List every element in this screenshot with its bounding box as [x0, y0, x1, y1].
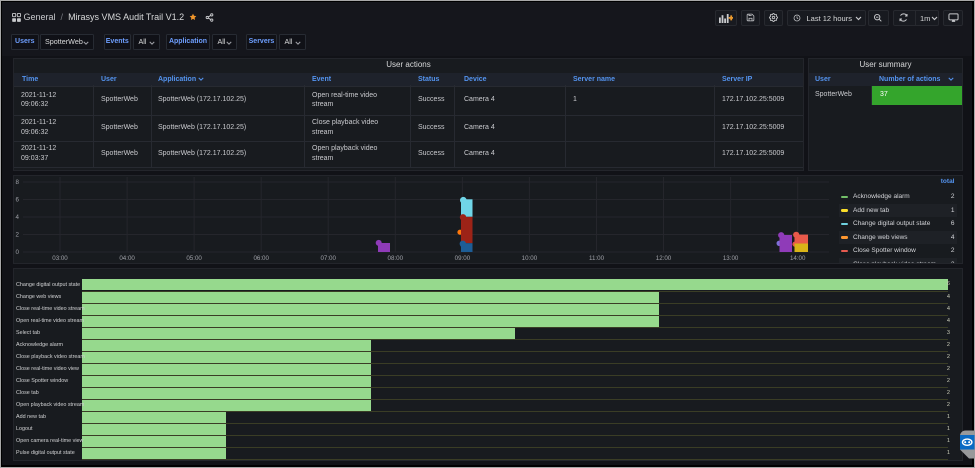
svg-text:12:00: 12:00: [656, 255, 672, 262]
svg-text:4: 4: [16, 214, 20, 221]
svg-text:6: 6: [16, 197, 20, 204]
svg-text:07:00: 07:00: [320, 255, 336, 262]
svg-text:06:00: 06:00: [253, 255, 269, 262]
svg-text:08:00: 08:00: [388, 255, 404, 262]
svg-text:05:00: 05:00: [186, 255, 202, 262]
svg-text:8: 8: [16, 179, 20, 186]
svg-text:2: 2: [16, 232, 20, 239]
svg-text:04:00: 04:00: [119, 255, 135, 262]
svg-text:11:00: 11:00: [589, 255, 605, 262]
svg-text:14:00: 14:00: [790, 255, 806, 262]
svg-text:09:00: 09:00: [455, 255, 471, 262]
svg-text:10:00: 10:00: [522, 255, 538, 262]
svg-text:13:00: 13:00: [723, 255, 739, 262]
svg-text:0: 0: [16, 249, 20, 256]
svg-text:03:00: 03:00: [52, 255, 68, 262]
